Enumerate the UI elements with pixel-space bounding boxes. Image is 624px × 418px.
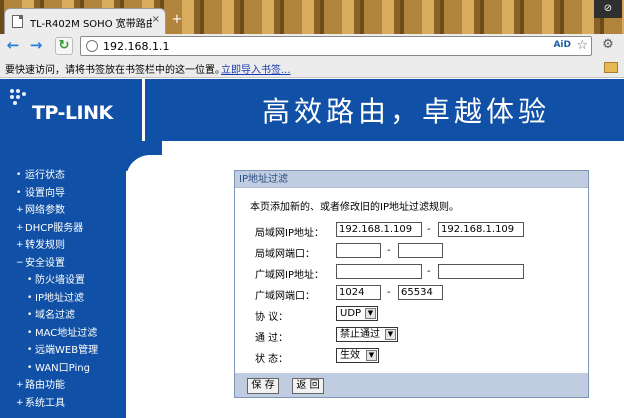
sidebar-item-status[interactable]: • 运行状态: [0, 167, 124, 184]
sidebar-item-label: 防火墙设置: [35, 275, 85, 286]
status-value: 生效: [340, 350, 360, 361]
sidebar-item-wizard[interactable]: • 设置向导: [0, 185, 124, 202]
back-arrow-icon[interactable]: ←: [5, 38, 21, 54]
wan-port-label: 广域网端口：: [255, 291, 315, 302]
tp-link-logo: TP-LINK: [2, 79, 145, 141]
sidebar-item-label: 路由功能: [25, 380, 65, 391]
wan-ip-label: 广域网IP地址：: [255, 270, 324, 281]
panel-description: 本页添加新的、或者修改旧的IP地址过滤规则。: [250, 202, 459, 213]
range-dash: -: [387, 287, 391, 298]
lan-port-end-input[interactable]: [398, 243, 443, 258]
sidebar-item-label: 转发规则: [25, 240, 65, 251]
status-label: 状 态：: [255, 354, 289, 365]
range-dash: -: [387, 245, 391, 256]
wan-port-start-input[interactable]: 1024: [336, 285, 381, 300]
page-icon: [12, 15, 23, 28]
status-select[interactable]: 生效 ▼: [336, 348, 379, 363]
range-dash: -: [427, 224, 431, 235]
protocol-value: UDP: [340, 308, 362, 319]
lan-ip-start-input[interactable]: 192.168.1.109: [336, 222, 422, 237]
sidebar-item-dhcp[interactable]: + DHCP服务器: [0, 220, 124, 237]
sidebar-item-ip-filter[interactable]: • IP地址过滤: [0, 290, 124, 307]
header-slogan: 高效路由，卓越体验: [262, 95, 551, 128]
sidebar-item-label: 网络参数: [25, 205, 65, 216]
sidebar-corner: [126, 141, 186, 215]
sidebar-item-forwarding[interactable]: + 转发规则: [0, 237, 124, 254]
reload-icon[interactable]: ↻: [55, 37, 73, 55]
router-header: TP-LINK 高效路由，卓越体验: [0, 79, 624, 141]
sidebar-item-label: IP地址过滤: [35, 293, 84, 304]
range-dash: -: [427, 266, 431, 277]
back-button[interactable]: 返 回: [292, 378, 324, 394]
new-tab-button[interactable]: +: [170, 13, 184, 27]
wrench-menu-icon[interactable]: ⚙: [598, 37, 618, 55]
bookmark-star-icon[interactable]: ☆: [576, 38, 588, 53]
import-bookmarks-link[interactable]: 立即导入书签...: [221, 61, 291, 76]
sidebar-menu: • 运行状态 • 设置向导 + 网络参数 + DHCP服务器 + 转发规则 − 安全设置 •…: [0, 141, 126, 418]
bookmark-hint-text: 要快速访问，请将书签放在书签栏中的这一位置。: [5, 65, 225, 76]
dropdown-arrow-icon: ▼: [366, 350, 377, 361]
sidebar-item-mac-filter[interactable]: • MAC地址过滤: [0, 325, 124, 342]
pass-value: 禁止通过: [340, 329, 380, 340]
pass-select[interactable]: 禁止通过 ▼: [336, 327, 398, 342]
lan-port-label: 局域网端口：: [255, 249, 315, 260]
browser-tab[interactable]: TL-R402M SOHO 宽带路由器 ×: [4, 8, 166, 34]
sidebar-item-label: MAC地址过滤: [35, 328, 98, 339]
sidebar-item-label: 运行状态: [25, 170, 65, 181]
lan-ip-label: 局域网IP地址：: [255, 228, 324, 239]
lan-ip-end-input[interactable]: 192.168.1.109: [438, 222, 524, 237]
logo-text: TP-LINK: [32, 102, 113, 124]
address-bar[interactable]: 192.168.1.1 AiD ☆: [80, 36, 592, 56]
sidebar-item-system-tools[interactable]: + 系统工具: [0, 395, 124, 412]
sidebar-item-security[interactable]: − 安全设置: [0, 255, 124, 272]
wan-port-end-input[interactable]: 65534: [398, 285, 443, 300]
browser-toolbar: ← → ↻ 192.168.1.1 AiD ☆ ⚙: [0, 34, 624, 58]
protocol-label: 协 议：: [255, 312, 289, 323]
pass-label: 通 过：: [255, 333, 289, 344]
sidebar-item-label: 远端WEB管理: [35, 345, 99, 356]
browser-tab-bar: TL-R402M SOHO 宽带路由器 × + ⊘: [0, 0, 624, 34]
sidebar-item-label: 系统工具: [25, 398, 65, 409]
dropdown-arrow-icon: ▼: [365, 308, 376, 319]
sidebar-item-domain-filter[interactable]: • 域名过滤: [0, 307, 124, 324]
sidebar-item-label: DHCP服务器: [25, 223, 84, 234]
sidebar-item-network[interactable]: + 网络参数: [0, 202, 124, 219]
sidebar-item-remote-web[interactable]: • 远端WEB管理: [0, 342, 124, 359]
wan-ip-start-input[interactable]: [336, 264, 422, 279]
sidebar-item-label: 设置向导: [25, 188, 65, 199]
window-control-button[interactable]: ⊘: [594, 0, 622, 18]
panel-title: IP地址过滤: [235, 171, 588, 188]
sidebar-item-label: 域名过滤: [35, 310, 75, 321]
url-text[interactable]: 192.168.1.1: [103, 40, 169, 53]
logo-dots-icon: [10, 89, 28, 107]
lan-port-start-input[interactable]: [336, 243, 381, 258]
forward-arrow-icon[interactable]: →: [28, 38, 44, 54]
globe-icon: [86, 40, 98, 52]
dropdown-arrow-icon: ▼: [385, 329, 396, 340]
sidebar-item-wan-ping[interactable]: • WAN口Ping: [0, 360, 124, 377]
panel-footer: 保 存 返 回: [235, 373, 588, 397]
bookmark-bar: 要快速访问，请将书签放在书签栏中的这一位置。 立即导入书签...: [0, 58, 624, 78]
save-button[interactable]: 保 存: [247, 378, 279, 394]
wan-ip-end-input[interactable]: [438, 264, 524, 279]
ip-filter-panel: IP地址过滤 本页添加新的、或者修改旧的IP地址过滤规则。 局域网IP地址： 1…: [234, 170, 589, 398]
sidebar-item-label: 安全设置: [25, 258, 65, 269]
close-tab-icon[interactable]: ×: [152, 14, 160, 25]
sidebar-item-label: WAN口Ping: [35, 363, 90, 374]
sidebar-item-routing[interactable]: + 路由功能: [0, 377, 124, 394]
aid-extension-icon[interactable]: AiD: [553, 40, 571, 50]
protocol-select[interactable]: UDP ▼: [336, 306, 378, 321]
sidebar-item-firewall[interactable]: • 防火墙设置: [0, 272, 124, 289]
tab-title: TL-R402M SOHO 宽带路由器: [30, 19, 152, 30]
other-bookmarks-folder-icon[interactable]: [604, 62, 618, 73]
